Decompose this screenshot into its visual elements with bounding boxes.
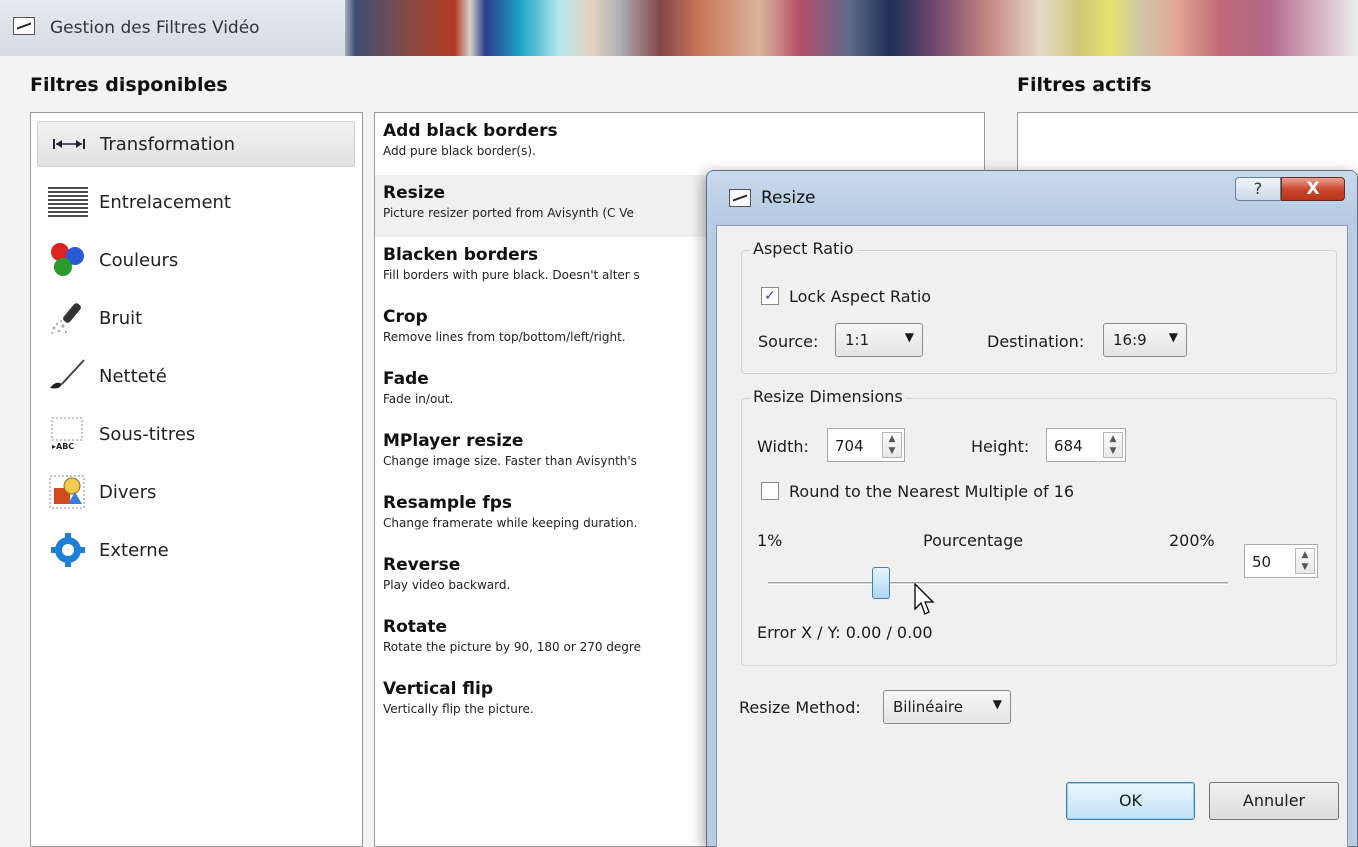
available-filters-heading: Filtres disponibles [30, 74, 228, 96]
filter-name: Add black borders [383, 121, 558, 141]
category-list[interactable]: Transformation Entrelacement Couleurs Br… [30, 112, 363, 847]
height-label: Height: [971, 437, 1030, 456]
interlace-lines-icon [47, 183, 89, 221]
arrows-horizontal-icon [48, 125, 90, 163]
color-balls-icon [47, 241, 89, 279]
category-label: Divers [99, 481, 157, 503]
slider-min-label: 1% [757, 531, 783, 550]
ok-button[interactable]: OK [1066, 782, 1195, 820]
filter-description: Add pure black border(s). [383, 144, 536, 158]
active-filters-heading: Filtres actifs [1017, 74, 1152, 96]
percentage-slider-track[interactable] [768, 582, 1228, 585]
lock-aspect-checkbox[interactable]: ✓ [761, 287, 779, 305]
spin-arrows-icon[interactable]: ▲ ▼ [1295, 548, 1315, 574]
noise-brush-icon [47, 299, 89, 337]
filter-item[interactable]: Add black borders Add pure black border(… [375, 113, 984, 175]
misc-shapes-icon [47, 473, 89, 511]
external-gear-icon [47, 531, 89, 569]
category-label: Externe [99, 539, 169, 561]
error-readout: Error X / Y: 0.00 / 0.00 [757, 623, 933, 642]
category-label: Transformation [100, 133, 236, 155]
width-value: 704 [835, 437, 864, 455]
lock-aspect-label: Lock Aspect Ratio [789, 287, 932, 306]
round-multiple-label: Round to the Nearest Multiple of 16 [789, 482, 1075, 501]
category-transformation[interactable]: Transformation [37, 121, 355, 167]
resize-dimensions-group-label: Resize Dimensions [750, 387, 906, 406]
dialog-titlebar[interactable]: Resize ? X [707, 171, 1357, 225]
category-nettete[interactable]: Netteté [37, 353, 355, 399]
dialog-title: Resize [761, 188, 816, 208]
height-spinbox[interactable]: 684 ▲ ▼ [1046, 428, 1126, 462]
height-value: 684 [1054, 437, 1083, 455]
app-icon [13, 17, 35, 35]
aspect-ratio-group: Aspect Ratio ✓ Lock Aspect Ratio Source:… [741, 239, 1337, 374]
resize-method-label: Resize Method: [739, 698, 861, 717]
sharpness-brush-icon [47, 357, 89, 395]
category-label: Sous-titres [99, 423, 196, 445]
help-button[interactable]: ? [1235, 177, 1281, 201]
percentage-slider-thumb[interactable] [872, 567, 891, 599]
mouse-cursor-icon [914, 582, 938, 621]
percentage-label: Pourcentage [923, 531, 1024, 550]
category-divers[interactable]: Divers [37, 469, 355, 515]
spin-arrows-icon[interactable]: ▲ ▼ [1103, 432, 1123, 458]
source-label: Source: [758, 332, 819, 351]
chevron-down-icon: ▼ [904, 330, 914, 344]
width-label: Width: [757, 437, 809, 456]
category-label: Netteté [99, 365, 167, 387]
slider-max-label: 200% [1169, 531, 1215, 550]
percentage-spinbox[interactable]: 50 ▲ ▼ [1244, 544, 1318, 578]
resize-dialog: Resize ? X Aspect Ratio ✓ Lock Aspect Ra… [706, 170, 1358, 847]
destination-label: Destination: [987, 332, 1085, 351]
spin-arrows-icon[interactable]: ▲ ▼ [882, 432, 902, 458]
source-ratio-select[interactable]: 1:1 ▼ [835, 323, 923, 357]
category-label: Bruit [99, 307, 143, 329]
percentage-value: 50 [1252, 553, 1272, 571]
dialog-app-icon [729, 189, 751, 207]
category-bruit[interactable]: Bruit [37, 295, 355, 341]
category-sous-titres[interactable]: ▸ABC Sous-titres [37, 411, 355, 457]
main-titlebar: Gestion des Filtres Vidéo [0, 0, 1358, 56]
destination-ratio-select[interactable]: 16:9 ▼ [1103, 323, 1187, 357]
close-button[interactable]: X [1281, 177, 1345, 201]
chevron-down-icon: ▼ [992, 697, 1002, 711]
resize-method-value: Bilinéaire [893, 698, 963, 716]
chevron-down-icon: ▼ [1168, 330, 1178, 344]
resize-method-select[interactable]: Bilinéaire ▼ [883, 690, 1011, 724]
window-title: Gestion des Filtres Vidéo [50, 18, 260, 38]
round-multiple-checkbox[interactable] [761, 482, 779, 500]
destination-ratio-value: 16:9 [1113, 331, 1147, 349]
cancel-button[interactable]: Annuler [1209, 782, 1339, 820]
subtitles-icon: ▸ABC [47, 415, 89, 453]
category-externe[interactable]: Externe [37, 527, 355, 573]
width-spinbox[interactable]: 704 ▲ ▼ [827, 428, 905, 462]
category-label: Couleurs [99, 249, 179, 271]
category-label: Entrelacement [99, 191, 231, 213]
aspect-ratio-group-label: Aspect Ratio [750, 239, 857, 258]
source-ratio-value: 1:1 [845, 331, 870, 349]
dialog-body: Aspect Ratio ✓ Lock Aspect Ratio Source:… [716, 225, 1348, 847]
svg-text:▸ABC: ▸ABC [52, 442, 74, 451]
category-entrelacement[interactable]: Entrelacement [37, 179, 355, 225]
category-couleurs[interactable]: Couleurs [37, 237, 355, 283]
